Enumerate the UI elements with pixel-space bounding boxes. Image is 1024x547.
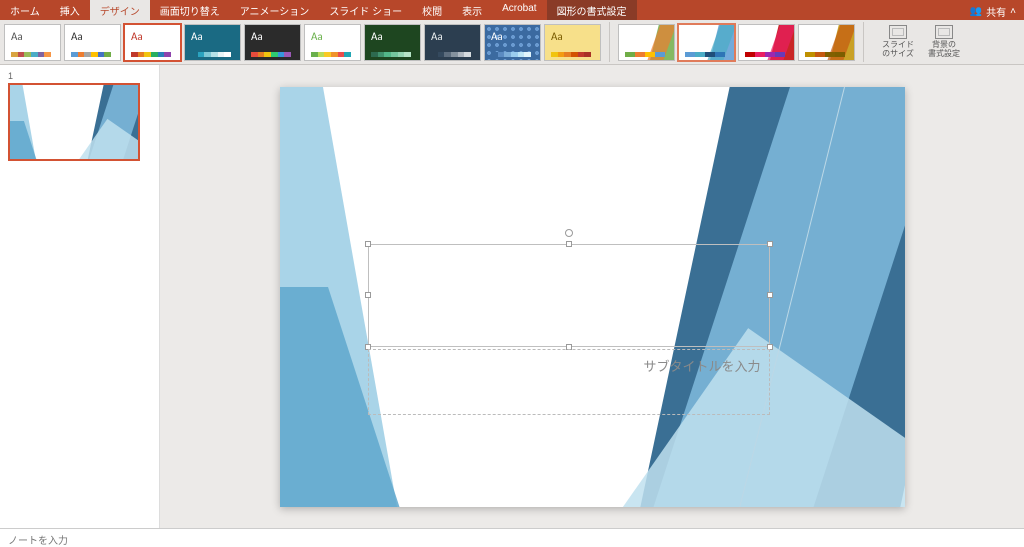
theme-aa-label: Aa [191,30,203,43]
ribbon-right-group: スライド のサイズ 背景の 書式設定 [878,25,964,59]
theme-aa-label: Aa [251,30,263,43]
slide-number: 1 [8,71,151,81]
theme-aa-label: Aa [371,30,383,43]
ribbon-separator [609,22,610,62]
slide-editor[interactable]: サブタイトルを入力 [160,65,1024,528]
theme-swatches [491,52,531,57]
theme-swatches [311,52,351,57]
theme-thumb-9[interactable]: Aa [544,24,601,61]
theme-thumb-6[interactable]: Aa [364,24,421,61]
subtitle-placeholder-text: サブタイトルを入力 [643,356,760,375]
resize-handle-tr[interactable] [767,241,773,247]
tab-review[interactable]: 校閲 [412,0,452,20]
theme-aa-label: Aa [71,30,83,43]
selection-box [368,244,770,347]
theme-thumb-2[interactable]: Aa [124,24,181,61]
variant-swatches [805,52,845,57]
tab-transitions[interactable]: 画面切り替え [150,0,230,20]
share-button[interactable]: 👥 共有 ˄ [962,0,1024,20]
variant-thumb-1[interactable] [678,24,735,61]
resize-handle-ml[interactable] [365,292,371,298]
theme-thumb-1[interactable]: Aa [64,24,121,61]
theme-aa-label: Aa [551,30,563,43]
slide-canvas[interactable]: サブタイトルを入力 [280,87,905,507]
slide-thumbnail-1[interactable] [8,83,140,161]
tab-strip: ホーム 挿入 デザイン 画面切り替え アニメーション スライド ショー 校閲 表… [0,0,1024,20]
slide-thumbnails-pane[interactable]: 1 [0,65,160,528]
theme-thumb-8[interactable]: Aa [484,24,541,61]
resize-handle-tl[interactable] [365,241,371,247]
theme-thumb-7[interactable]: Aa [424,24,481,61]
variant-swatches [745,52,785,57]
tab-view[interactable]: 表示 [452,0,492,20]
variant-thumb-2[interactable] [738,24,795,61]
tab-acrobat[interactable]: Acrobat [492,0,546,20]
theme-thumb-4[interactable]: Aa [244,24,301,61]
share-label: 共有 [986,4,1006,19]
theme-aa-label: Aa [431,30,443,43]
ribbon-design: Aa Aa Aa Aa Aa Aa Aa Aa Aa Aa スライド のサイズ 背景の 書式設定 [0,20,1024,65]
tab-design[interactable]: デザイン [90,0,150,20]
tab-home[interactable]: ホーム [0,0,50,20]
theme-swatches [71,52,111,57]
theme-swatches [371,52,411,57]
resize-handle-tc[interactable] [566,241,572,247]
tab-shape-format[interactable]: 図形の書式設定 [547,0,637,20]
rotate-handle[interactable] [565,229,573,237]
variant-gallery [618,24,855,61]
format-background-icon [935,25,953,39]
theme-swatches [431,52,471,57]
format-background-button[interactable]: 背景の 書式設定 [924,25,964,59]
format-background-label: 背景の 書式設定 [928,41,960,59]
theme-thumb-3[interactable]: Aa [184,24,241,61]
theme-aa-label: Aa [311,30,323,43]
tabs: ホーム 挿入 デザイン 画面切り替え アニメーション スライド ショー 校閲 表… [0,0,637,20]
notes-placeholder: ノートを入力 [8,536,68,547]
variant-thumb-3[interactable] [798,24,855,61]
theme-gallery: Aa Aa Aa Aa Aa Aa Aa Aa Aa Aa [4,24,601,61]
variant-thumb-0[interactable] [618,24,675,61]
subtitle-placeholder[interactable]: サブタイトルを入力 [368,349,770,415]
spacer [637,0,962,20]
share-icon: 👥 [970,6,982,17]
resize-handle-mr[interactable] [767,292,773,298]
theme-swatches [11,52,51,57]
title-placeholder[interactable] [368,244,770,347]
tab-insert[interactable]: 挿入 [50,0,90,20]
theme-swatches [251,52,291,57]
slide-size-label: スライド のサイズ [882,41,914,59]
slide-size-button[interactable]: スライド のサイズ [878,25,918,59]
theme-aa-label: Aa [131,30,143,43]
notes-pane[interactable]: ノートを入力 [0,528,1024,547]
theme-swatches [191,52,231,57]
theme-swatches [551,52,591,57]
theme-swatches [131,52,171,57]
tab-slideshow[interactable]: スライド ショー [319,0,412,20]
slide-size-icon [889,25,907,39]
theme-aa-label: Aa [491,30,503,43]
variant-swatches [685,52,725,57]
ribbon-separator [863,22,864,62]
tab-animations[interactable]: アニメーション [230,0,320,20]
theme-thumb-0[interactable]: Aa [4,24,61,61]
variant-swatches [625,52,665,57]
theme-aa-label: Aa [11,30,23,43]
workspace: 1 サブタイトルを入力 [0,65,1024,528]
chevron-up-icon: ˄ [1010,6,1016,17]
theme-thumb-5[interactable]: Aa [304,24,361,61]
